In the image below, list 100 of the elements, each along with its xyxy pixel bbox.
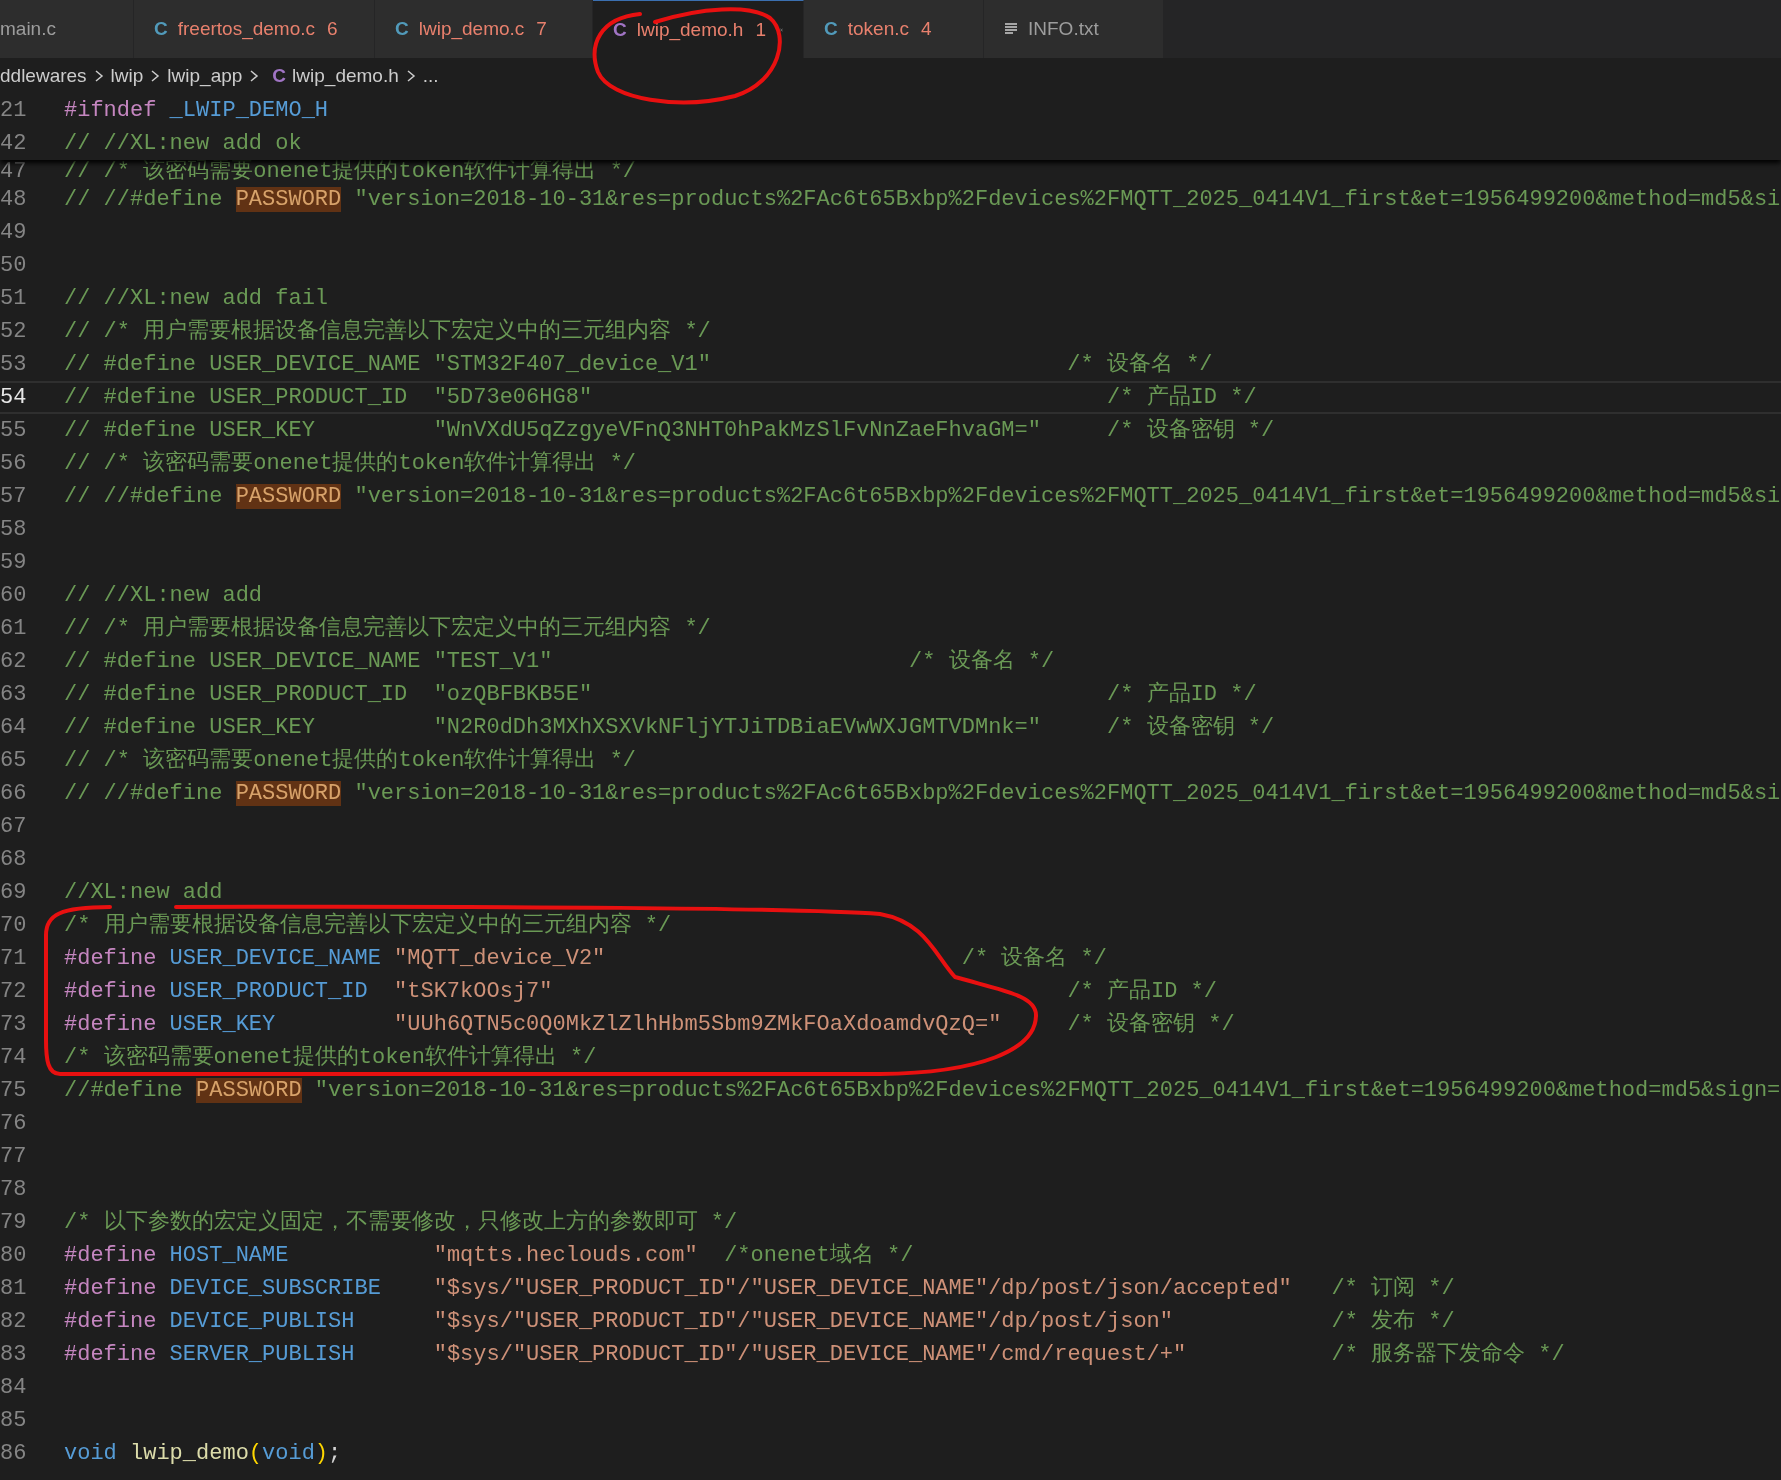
code-line: // /* 该密码需要onenet提供的token软件计算得出 */: [64, 746, 637, 775]
code-line: #ifndef _LWIP_DEMO_H: [64, 97, 329, 125]
code-line: // /* 用户需要根据设备信息完善以下宏定义中的三元组内容 */: [64, 317, 711, 346]
breadcrumb-item[interactable]: lwip_demo.h: [292, 65, 399, 87]
problem-count: 6: [327, 18, 338, 40]
editor-tab[interactable]: C lwip_demo.c 7: [375, 0, 593, 58]
line-number: 42: [0, 130, 28, 158]
code-line: void lwip_demo(void);: [64, 1440, 342, 1468]
text-file-icon: [1004, 22, 1018, 36]
tab-label: main.c: [0, 18, 56, 40]
editor-tab[interactable]: INFO.txt: [984, 0, 1164, 58]
code-line: #define USER_KEY "UUh6QTN5c0Q0MkZlZlhHbm5Sbm9ZMkFOaXdoamdvQzQ=" /* 设备密钥 */: [64, 1010, 1235, 1039]
chevron-icon: [149, 69, 162, 83]
line-number: 48: [0, 186, 28, 214]
line-number: 77: [0, 1143, 28, 1171]
line-number: 86: [0, 1440, 28, 1468]
line-number: 58: [0, 516, 28, 544]
c-file-icon: C: [824, 18, 838, 40]
line-number: 83: [0, 1341, 28, 1369]
code-line: #define USER_DEVICE_NAME "MQTT_device_V2" /* 设备名 */: [64, 945, 1107, 973]
code-line: //#define PASSWORD "version=2018-10-31&res=products%2FAc6t65Bxbp%2Fdevices%2FMQTT_2025_0414V1_first&et=1956499200&method=md5&sign=: [64, 1077, 1781, 1105]
code-line: // #define USER_PRODUCT_ID "5D73e06HG8" /* 产品ID */: [64, 383, 1257, 412]
line-number: 82: [0, 1308, 28, 1336]
line-number: 49: [0, 219, 28, 247]
code-line: // //#define PASSWORD "version=2018-10-31&res=products%2FAc6t65Bxbp%2Fdevices%2FMQTT_2025_0414V1_first&et=1956499200&method=md5&si: [64, 186, 1781, 214]
line-number: 66: [0, 780, 28, 808]
breadcrumb-item[interactable]: lwip_app: [167, 65, 243, 87]
line-number: 57: [0, 483, 28, 511]
editor-tab[interactable]: C token.c 4: [804, 0, 984, 58]
line-number: 70: [0, 912, 28, 940]
code-line: // //#define PASSWORD "version=2018-10-31&res=products%2FAc6t65Bxbp%2Fdevices%2FMQTT_2025_0414V1_first&et=1956499200&method=md5&si: [64, 483, 1781, 511]
code-line: #define DEVICE_PUBLISH "$sys/"USER_PRODUCT_ID"/"USER_DEVICE_NAME"/dp/post/json" /* 发布 */: [64, 1308, 1455, 1336]
problem-count: 1: [755, 18, 766, 41]
c-file-icon: C: [613, 18, 627, 41]
line-number: 50: [0, 252, 28, 280]
code-line: // //XL:new add: [64, 582, 263, 610]
code-line: // //XL:new add ok: [64, 130, 302, 158]
code-line: // #define USER_DEVICE_NAME "TEST_V1" /* 设备名 */: [64, 648, 1055, 676]
code-line: // #define USER_KEY "N2R0dDh3MXhXSXVkNFljYTJiTDBiaEVwWXJGMTVDMnk=" /* 设备密钥 */: [64, 713, 1275, 742]
editor-tab[interactable]: C freertos_demo.c 6: [134, 0, 375, 58]
line-number: 62: [0, 648, 28, 676]
line-number: 47: [0, 160, 28, 183]
line-number: 84: [0, 1374, 28, 1402]
code-line: // #define USER_PRODUCT_ID "ozQBFBKB5E" /* 产品ID */: [64, 680, 1257, 709]
line-number: 80: [0, 1242, 28, 1270]
line-number: 51: [0, 285, 28, 313]
problem-count: 4: [921, 18, 932, 40]
code-line: /* 用户需要根据设备信息完善以下宏定义中的三元组内容 */: [64, 911, 672, 940]
tab-label: token.c: [847, 18, 909, 40]
line-number: 75: [0, 1077, 28, 1105]
code-line: // #define USER_KEY "WnVXdU5qZzgyeVFnQ3NHT0hPakMzSlFvNnZaeFhvaGM=" /* 设备密钥 */: [64, 416, 1275, 445]
line-number: 61: [0, 615, 28, 643]
line-number: 60: [0, 582, 28, 610]
code-line: #define SERVER_PUBLISH "$sys/"USER_PRODUCT_ID"/"USER_DEVICE_NAME"/cmd/request/+" /* 服务器下发命令 */: [64, 1341, 1565, 1369]
line-number: 59: [0, 549, 28, 577]
line-number: 76: [0, 1110, 28, 1138]
tab-label: lwip_demo.h: [636, 18, 744, 41]
tab-label: freertos_demo.c: [177, 18, 316, 40]
line-number: 53: [0, 351, 28, 379]
code-line: //XL:new add: [64, 879, 223, 907]
line-number: 52: [0, 318, 28, 346]
problem-count: 7: [536, 18, 547, 40]
line-number: 69: [0, 879, 28, 907]
c-file-icon: C: [154, 18, 168, 40]
breadcrumb-item[interactable]: lwip: [110, 65, 144, 87]
line-number: 72: [0, 978, 28, 1006]
code-line: // /* 该密码需要onenet提供的token软件计算得出 */: [64, 449, 637, 478]
line-number: 64: [0, 714, 28, 742]
line-number: 68: [0, 846, 28, 874]
code-line: /* 以下参数的宏定义固定，不需要修改，只修改上方的参数即可 */: [64, 1208, 738, 1237]
code-line: #define HOST_NAME "mqtts.heclouds.com" /*onenet域名 */: [64, 1242, 914, 1270]
line-number: 78: [0, 1176, 28, 1204]
code-line: // //#define PASSWORD "version=2018-10-31&res=products%2FAc6t65Bxbp%2Fdevices%2FMQTT_2025_0414V1_first&et=1956499200&method=md5&si: [64, 780, 1781, 808]
line-number: 81: [0, 1275, 28, 1303]
line-number: 79: [0, 1209, 28, 1237]
tab-label: INFO.txt: [1028, 18, 1099, 40]
c-file-icon: C: [395, 18, 409, 40]
line-number: 85: [0, 1407, 28, 1435]
editor-tab[interactable]: C lwip_demo.h 1: [593, 0, 804, 58]
line-number: 54: [0, 384, 28, 412]
editor-tab[interactable]: main.c: [0, 0, 134, 58]
code-line: // /* 该密码需要onenet提供的token软件计算得出 */: [64, 160, 637, 183]
breadcrumb-item[interactable]: ddlewares: [0, 65, 87, 87]
code-line: /* 该密码需要onenet提供的token软件计算得出 */: [64, 1043, 597, 1072]
line-number: 21: [0, 97, 28, 125]
code-line: #define DEVICE_SUBSCRIBE "$sys/"USER_PRODUCT_ID"/"USER_DEVICE_NAME"/dp/post/json/accepted" /* 订阅 */: [64, 1275, 1455, 1303]
code-line: // #define USER_DEVICE_NAME "STM32F407_device_V1" /* 设备名 */: [64, 351, 1213, 379]
line-number: 67: [0, 813, 28, 841]
code-line: // /* 用户需要根据设备信息完善以下宏定义中的三元组内容 */: [64, 614, 711, 643]
tab-label: lwip_demo.c: [418, 18, 525, 40]
line-number: 73: [0, 1011, 28, 1039]
line-number: 74: [0, 1044, 28, 1072]
code-line: #define USER_PRODUCT_ID "tSK7kOOsj7" /* 产品ID */: [64, 977, 1217, 1006]
line-number: 63: [0, 681, 28, 709]
c-file-icon: C: [272, 65, 287, 87]
line-number: 56: [0, 450, 28, 478]
breadcrumb-item[interactable]: ...: [422, 65, 439, 87]
line-number: 65: [0, 747, 28, 775]
line-number: 71: [0, 945, 28, 973]
code-line: // //XL:new add fail: [64, 285, 329, 313]
